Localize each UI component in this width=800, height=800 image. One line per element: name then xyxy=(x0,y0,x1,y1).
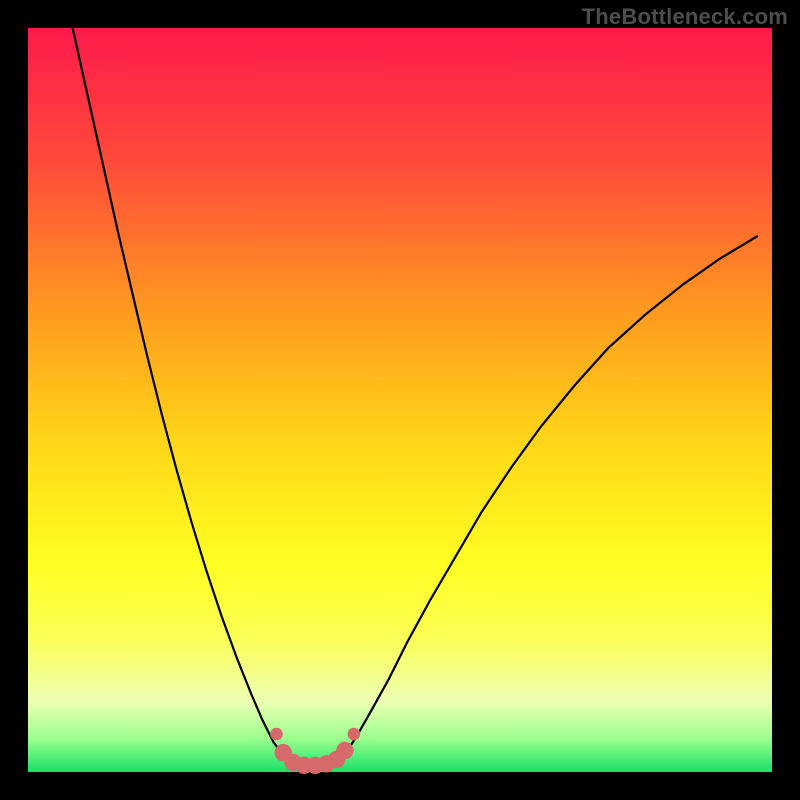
valley-marker xyxy=(348,728,361,741)
bottleneck-curve-left xyxy=(73,28,284,755)
chart-svg xyxy=(28,28,772,772)
markers-group xyxy=(270,728,360,774)
bottleneck-curve-right xyxy=(344,236,757,755)
plot-area xyxy=(28,28,772,772)
series-group xyxy=(73,28,757,755)
chart-frame: TheBottleneck.com xyxy=(0,0,800,800)
valley-marker xyxy=(336,742,353,759)
valley-marker xyxy=(270,728,283,741)
watermark-text: TheBottleneck.com xyxy=(582,4,788,30)
